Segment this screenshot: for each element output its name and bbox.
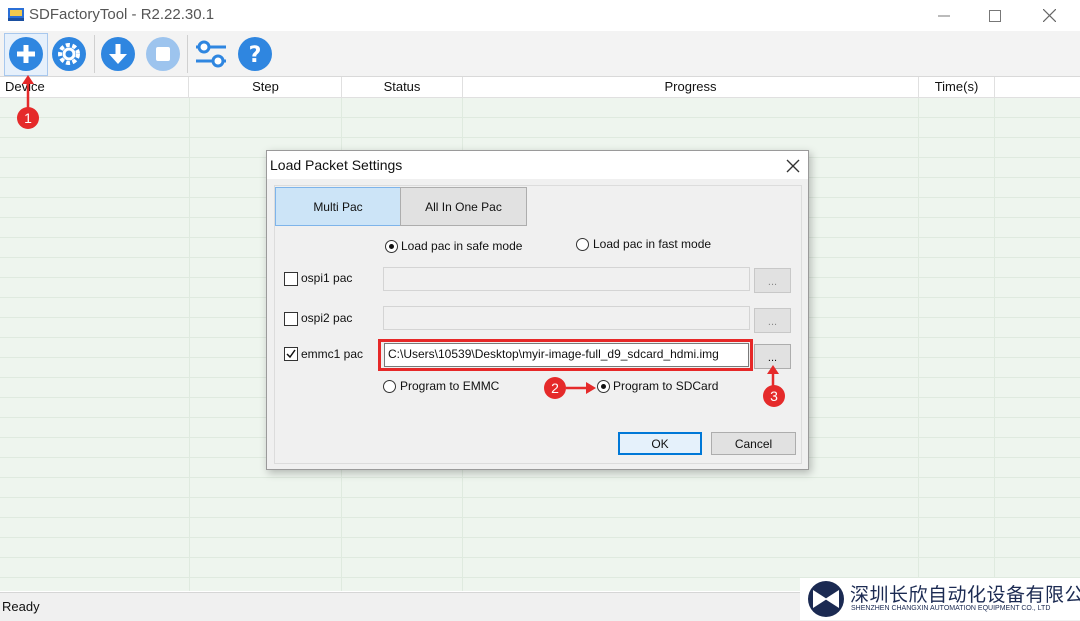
toolbar-separator [187, 35, 188, 73]
maximize-icon [989, 9, 1001, 22]
annotation-arrow-3 [767, 365, 779, 387]
toolbar-separator [94, 35, 95, 73]
checkbox-ospi2[interactable] [284, 312, 298, 326]
ospi1-label: ospi1 pac [301, 271, 353, 285]
help-icon[interactable]: ? [237, 36, 273, 72]
dialog-close-button[interactable] [786, 155, 800, 178]
add-icon[interactable] [8, 36, 44, 72]
ospi2-label: ospi2 pac [301, 311, 353, 325]
annotation-arrow-2 [566, 382, 596, 394]
column-header-time[interactable]: Time(s) [919, 77, 995, 97]
grid-header: Device Step Status Progress Time(s) [0, 77, 1080, 98]
annotation-marker-1: 1 [17, 107, 39, 129]
svg-text:?: ? [249, 43, 262, 68]
column-header-step[interactable]: Step [190, 77, 342, 97]
radio-program-emmc-label: Program to EMMC [400, 379, 500, 393]
company-logo: 深圳长欣自动化设备有限公司 SHENZHEN CHANGXIN AUTOMATI… [800, 578, 1080, 620]
close-icon [786, 159, 800, 173]
radio-program-emmc[interactable] [383, 380, 396, 393]
settings-icon[interactable] [51, 36, 87, 72]
title-bar: SDFactoryTool - R2.22.30.1 [0, 0, 1080, 31]
toolbar: ? [0, 31, 1080, 77]
column-header-progress[interactable]: Progress [463, 77, 919, 97]
company-name-en: SHENZHEN CHANGXIN AUTOMATION EQUIPMENT C… [851, 605, 1051, 612]
column-divider [918, 98, 919, 591]
window-title: SDFactoryTool - R2.22.30.1 [29, 6, 215, 23]
annotation-marker-3: 3 [763, 385, 785, 407]
ospi1-browse-button[interactable]: ... [754, 268, 791, 293]
dialog-title-bar: Load Packet Settings [267, 151, 808, 179]
column-divider [189, 98, 190, 591]
checkbox-ospi1[interactable] [284, 272, 298, 286]
maximize-button[interactable] [972, 0, 1018, 31]
minimize-button[interactable] [921, 0, 967, 31]
column-header-status[interactable]: Status [342, 77, 463, 97]
annotation-arrow-1 [22, 75, 34, 108]
column-divider [994, 98, 995, 591]
ospi2-browse-button[interactable]: ... [754, 308, 791, 333]
download-icon[interactable] [100, 36, 136, 72]
tab-multi-pac[interactable]: Multi Pac [275, 187, 401, 226]
ospi2-path-field[interactable] [383, 306, 750, 330]
radio-program-sdcard[interactable] [597, 380, 610, 393]
ok-button[interactable]: OK [618, 432, 702, 455]
minimize-icon [938, 15, 950, 16]
dialog-title: Load Packet Settings [270, 157, 403, 173]
emmc1-label: emmc1 pac [301, 347, 364, 361]
close-button[interactable] [1026, 0, 1072, 31]
company-logo-icon [808, 581, 844, 617]
radio-fast-mode[interactable] [576, 238, 589, 251]
stop-icon[interactable] [145, 36, 181, 72]
checkbox-emmc1[interactable] [284, 347, 298, 361]
radio-fast-mode-label: Load pac in fast mode [593, 237, 712, 251]
load-packet-settings-dialog: Load Packet Settings Multi Pac All In On… [266, 150, 809, 470]
status-text: Ready [2, 599, 40, 614]
radio-program-sdcard-label: Program to SDCard [613, 379, 719, 393]
checkmark-icon [286, 349, 296, 359]
sliders-icon[interactable] [193, 36, 229, 72]
app-icon [8, 8, 24, 21]
company-name-cn: 深圳长欣自动化设备有限公司 [850, 585, 1080, 606]
tab-all-in-one-pac[interactable]: All In One Pac [400, 187, 527, 226]
cancel-button[interactable]: Cancel [711, 432, 796, 455]
annotation-highlight-box [378, 339, 753, 371]
annotation-marker-2: 2 [544, 377, 566, 399]
close-icon [1042, 9, 1056, 22]
radio-safe-mode[interactable] [385, 240, 398, 253]
radio-safe-mode-label: Load pac in safe mode [401, 239, 523, 253]
ospi1-path-field[interactable] [383, 267, 750, 291]
